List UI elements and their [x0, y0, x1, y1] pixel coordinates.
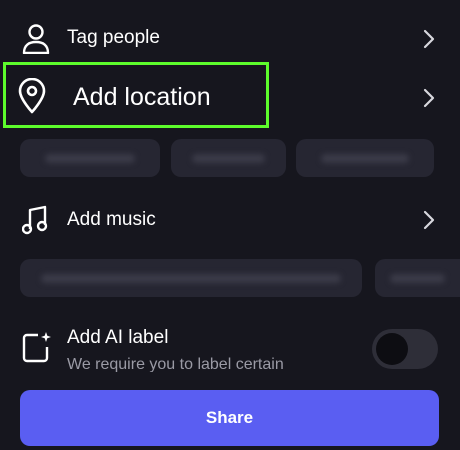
ai-label-icon	[22, 332, 51, 363]
add-music-row[interactable]: Add music	[0, 194, 460, 244]
music-suggestion-chip[interactable]	[20, 259, 362, 297]
location-suggestion-chip[interactable]	[171, 139, 286, 177]
add-music-label: Add music	[67, 209, 156, 230]
toggle-knob	[376, 333, 408, 365]
tag-people-row[interactable]: Tag people	[0, 14, 460, 64]
chevron-right-icon	[423, 29, 435, 49]
location-highlight-box	[3, 62, 269, 128]
chevron-right-icon	[423, 88, 435, 108]
location-suggestion-chip[interactable]	[20, 139, 160, 177]
person-icon	[22, 24, 50, 54]
location-suggestion-chip[interactable]	[296, 139, 434, 177]
music-suggestion-chip[interactable]	[375, 259, 460, 297]
tag-people-label: Tag people	[67, 27, 160, 48]
add-ai-label-title: Add AI label	[67, 327, 169, 348]
share-button[interactable]: Share	[20, 390, 439, 446]
music-note-icon	[22, 205, 48, 235]
ai-label-toggle[interactable]	[372, 329, 438, 369]
chevron-right-icon	[423, 210, 435, 230]
